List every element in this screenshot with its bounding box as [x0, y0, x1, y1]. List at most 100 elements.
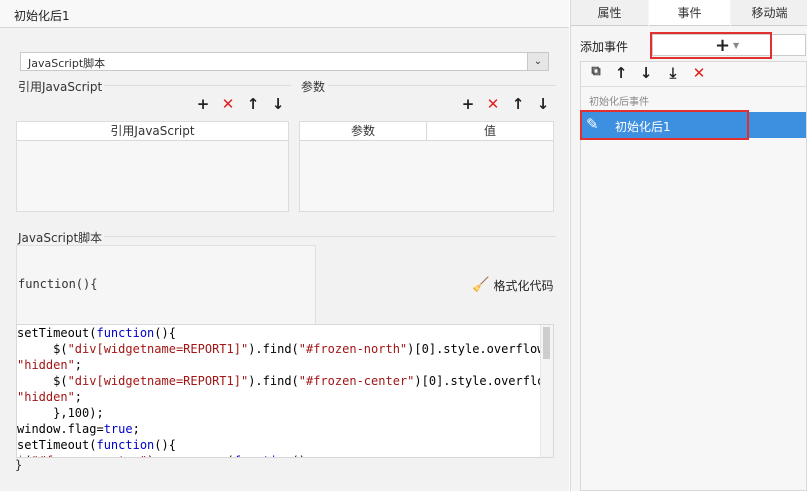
code-token: ).mouseover(	[147, 454, 234, 457]
code-line: setTimeout(function(){	[17, 325, 542, 341]
code-token: true	[103, 422, 133, 436]
params-header-row: 参数 值	[300, 122, 553, 141]
code-token: ).find(	[248, 342, 299, 356]
ref-js-table: 引用JavaScript	[16, 121, 289, 212]
code-token: 0	[428, 374, 437, 388]
event-group-label: 初始化后事件	[589, 97, 649, 108]
delete-ref-js-button[interactable]: ✕	[217, 95, 239, 115]
tab-mobile[interactable]: 移动端	[731, 0, 807, 26]
code-token: (){	[154, 326, 176, 340]
tab-mobile-label: 移动端	[751, 6, 788, 20]
broom-icon: 🧹	[472, 277, 490, 293]
code-line: },100);	[17, 405, 542, 421]
move-down-event-button[interactable]: ↓	[635, 64, 657, 84]
code-token: );	[89, 406, 104, 420]
format-code-button[interactable]: 🧹 格式化代码	[472, 276, 553, 294]
properties-side-panel: 属性 事件 移动端 添加事件 + ▼ ⧉ ↑ ↓ ⤓ ✕ 初始化后事件 ✎ 初始…	[570, 0, 807, 491]
code-token: "div[widgetname=REPORT1]"	[67, 374, 249, 388]
tab-events-label: 事件	[677, 6, 702, 20]
code-line: "hidden";	[17, 389, 542, 405]
code-line: $("div[widgetname=REPORT1]").find("#froz…	[17, 341, 552, 357]
divider	[104, 236, 556, 237]
vertical-scrollbar[interactable]	[540, 325, 553, 457]
script-section-label: JavaScript脚本	[18, 229, 103, 246]
move-down-param-button[interactable]: ↓	[532, 95, 554, 115]
divider	[581, 86, 806, 87]
scrollbar-thumb[interactable]	[543, 327, 550, 359]
script-editor-panel: 初始化后1 JavaScript脚本 ⌄ 引用JavaScript 参数 + ✕…	[0, 0, 569, 491]
function-header-box: function(){	[16, 245, 316, 325]
add-event-highlight	[650, 32, 772, 59]
code-token: ].style.overflow=	[428, 342, 552, 356]
function-header-text: function(){	[18, 277, 98, 291]
code-token: 100	[67, 406, 90, 420]
code-token: setTimeout(	[17, 326, 97, 340]
code-token: $(	[17, 342, 68, 356]
add-event-label: 添加事件	[580, 40, 629, 54]
code-token: setTimeout(	[17, 438, 97, 452]
ref-js-column-header[interactable]: 引用JavaScript	[17, 122, 288, 141]
code-token: "hidden"	[17, 358, 75, 372]
tab-events[interactable]: 事件	[649, 0, 730, 26]
move-down-ref-js-button[interactable]: ↓	[267, 95, 289, 115]
code-token: "#frozen-center"	[31, 454, 147, 457]
code-token: window.flag=	[17, 422, 104, 436]
move-up-param-button[interactable]: ↑	[507, 95, 529, 115]
copy-event-button[interactable]: ⧉	[585, 64, 607, 84]
event-item-highlight	[580, 110, 749, 140]
editor-title-bar: 初始化后1	[0, 0, 569, 28]
params-table: 参数 值	[299, 121, 554, 212]
code-token: ()	[292, 454, 306, 457]
tab-properties[interactable]: 属性	[571, 0, 648, 26]
code-lines: setTimeout(function(){ $("div[widgetname…	[17, 325, 553, 457]
code-token: $(	[17, 374, 68, 388]
code-editor[interactable]: setTimeout(function(){ $("div[widgetname…	[16, 324, 554, 458]
function-closing-brace: }	[15, 458, 23, 472]
value-column-header[interactable]: 值	[427, 122, 553, 140]
code-token: "#frozen-north"	[298, 342, 408, 356]
delete-param-button[interactable]: ✕	[482, 95, 504, 115]
value-column-label: 值	[483, 124, 496, 138]
code-line: window.flag=true;	[17, 421, 542, 437]
code-token: ).find(	[248, 374, 299, 388]
divider	[104, 85, 291, 86]
param-column-label: 参数	[350, 124, 375, 138]
move-up-ref-js-button[interactable]: ↑	[242, 95, 264, 115]
code-token: ].style.overflow=	[436, 374, 554, 388]
code-token: "div[widgetname=REPORT1]"	[67, 342, 249, 356]
code-line: $("div[widgetname=REPORT1]").find("#froz…	[17, 373, 553, 389]
dropdown-button[interactable]: ⌄	[527, 53, 548, 70]
code-token: )[	[414, 374, 429, 388]
code-token: ;	[132, 422, 140, 436]
format-code-label: 格式化代码	[493, 278, 554, 293]
add-param-button[interactable]: +	[457, 95, 479, 115]
code-token: },	[17, 406, 68, 420]
script-type-value: JavaScript脚本	[28, 57, 106, 70]
code-token: 0	[421, 342, 429, 356]
move-up-event-button[interactable]: ↑	[610, 64, 632, 84]
code-line: "hidden";	[17, 357, 542, 373]
code-line: setTimeout(function(){	[17, 437, 542, 453]
code-token: function	[96, 438, 155, 452]
editor-title: 初始化后1	[14, 9, 70, 23]
code-token: ;	[74, 390, 83, 404]
tab-properties-label: 属性	[597, 6, 622, 20]
delete-event-button[interactable]: ✕	[688, 64, 710, 84]
code-token: function	[96, 326, 155, 340]
code-token: "#frozen-center"	[298, 374, 415, 388]
ref-js-column-label: 引用JavaScript	[110, 124, 195, 138]
script-type-select[interactable]: JavaScript脚本 ⌄	[20, 52, 549, 71]
code-token: (){	[154, 438, 176, 452]
code-token: function	[234, 454, 292, 457]
move-to-bottom-event-button[interactable]: ⤓	[662, 64, 684, 84]
chevron-down-icon: ⌄	[533, 56, 543, 67]
param-column-header[interactable]: 参数	[300, 122, 427, 140]
ref-js-section-label: 引用JavaScript	[18, 78, 103, 95]
code-token: )[	[407, 342, 422, 356]
code-token: ;	[74, 358, 83, 372]
add-ref-js-button[interactable]: +	[192, 95, 214, 115]
params-section-label: 参数	[301, 78, 326, 95]
code-line: $("#frozen-center").mouseover(function()	[17, 453, 542, 457]
divider	[328, 85, 556, 86]
code-token: "hidden"	[17, 390, 75, 404]
